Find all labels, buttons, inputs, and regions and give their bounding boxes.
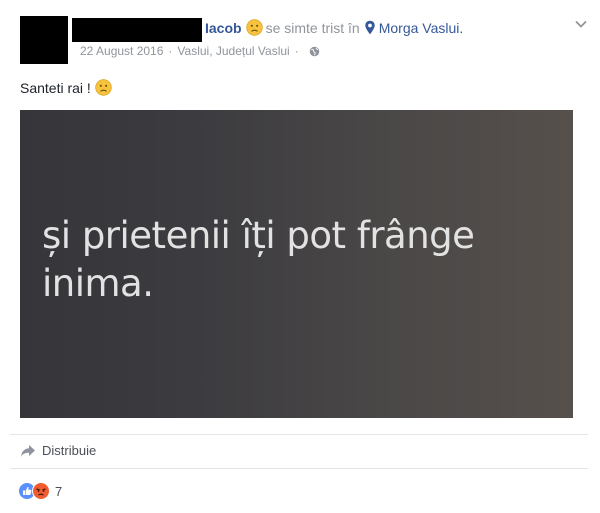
post-header: Iacob se simte trist în Morga Vaslui. bbox=[205, 19, 463, 36]
chevron-down-icon[interactable] bbox=[573, 16, 589, 32]
reaction-count: 7 bbox=[55, 483, 63, 499]
post-card: Iacob se simte trist în Morga Vaslui. 22… bbox=[0, 0, 600, 513]
post-message: Santeti rai ! bbox=[20, 79, 112, 96]
share-button[interactable]: Distribuie bbox=[20, 443, 96, 458]
post-place[interactable]: Vaslui, Județul Vaslui bbox=[177, 44, 289, 58]
post-message-text: Santeti rai ! bbox=[20, 79, 91, 96]
author-name-redacted bbox=[72, 18, 202, 42]
feeling-text: se simte trist în bbox=[265, 19, 360, 36]
avatar-redacted[interactable] bbox=[20, 16, 68, 64]
share-label: Distribuie bbox=[42, 443, 97, 458]
share-arrow-icon bbox=[21, 444, 35, 457]
post-image[interactable]: și prietenii îți pot frânge inima. bbox=[20, 110, 573, 418]
sad-face-icon bbox=[95, 79, 112, 96]
post-date[interactable]: 22 August 2016 bbox=[80, 44, 163, 58]
location-pin-icon bbox=[365, 20, 375, 35]
meta-separator-2: · bbox=[294, 44, 299, 58]
angry-reaction-icon bbox=[32, 482, 50, 500]
divider bbox=[10, 434, 588, 435]
sad-face-icon bbox=[245, 19, 263, 36]
image-caption-text: și prietenii îți pot frânge inima. bbox=[42, 214, 475, 305]
reactions-summary[interactable]: 7 bbox=[18, 482, 62, 500]
author-name[interactable]: Iacob bbox=[205, 20, 242, 36]
location-link[interactable]: Morga Vaslui. bbox=[379, 20, 464, 36]
divider bbox=[10, 468, 588, 469]
post-meta: 22 August 2016 · Vaslui, Județul Vaslui … bbox=[80, 44, 320, 58]
meta-separator: · bbox=[168, 44, 173, 58]
globe-icon[interactable] bbox=[309, 46, 320, 57]
